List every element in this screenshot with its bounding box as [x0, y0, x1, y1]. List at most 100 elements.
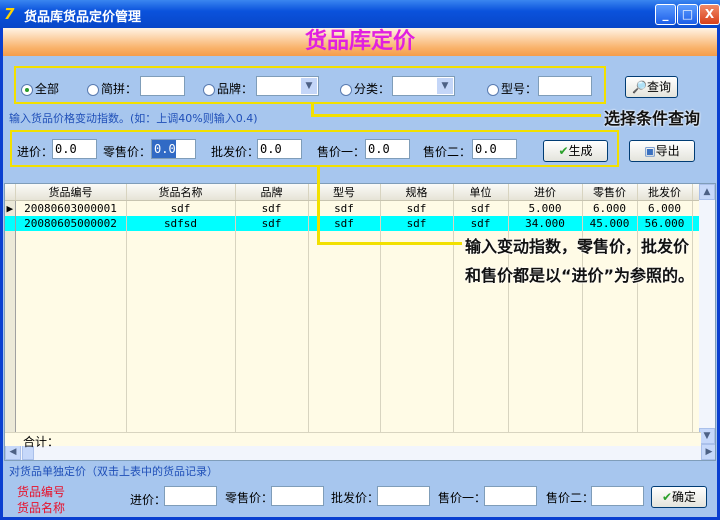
wholesale-input[interactable]: [377, 486, 430, 506]
table-cell: 6.000: [582, 200, 638, 216]
callout-index-line1: 输入变动指数，零售价，批发价: [465, 237, 690, 256]
table-cell: 20080605000002: [15, 215, 127, 231]
horizontal-scrollbar[interactable]: ◀ ▶: [5, 444, 715, 460]
radio-pinyin[interactable]: 简拼：: [87, 80, 137, 97]
table-cell: sdfsd: [126, 215, 236, 231]
price2-label: 售价二：: [546, 491, 595, 505]
col-header[interactable]: 单位: [453, 184, 509, 201]
cost-input[interactable]: [164, 486, 217, 506]
model-input[interactable]: [538, 76, 592, 96]
table-cell: sdf: [380, 215, 454, 231]
empty-row: [5, 395, 700, 411]
retail-label: 零售价：: [225, 491, 274, 505]
callout-index-line2: 和售价都是以“进价”为参照的。: [465, 266, 695, 285]
table-cell: sdf: [453, 215, 509, 231]
table-cell: sdf: [235, 215, 309, 231]
col-header[interactable]: 规格: [380, 184, 454, 201]
table-cell: sdf: [453, 200, 509, 216]
empty-row: [5, 365, 700, 381]
price1-index-label: 售价一：: [317, 145, 366, 159]
single-pricing-title: 对货品单独定价（双击上表中的货品记录）: [9, 465, 218, 478]
category-select[interactable]: ▼: [392, 76, 455, 96]
client-area: 货品库定价 全部 简拼： 品牌： ▼ 分类： ▼ 型号： 🔎查询 选择条件查询 …: [3, 28, 717, 517]
scroll-right-icon[interactable]: ▶: [701, 444, 715, 460]
price2-index-input[interactable]: [472, 139, 517, 159]
callout-line: [317, 167, 320, 244]
col-header[interactable]: 货品名称: [126, 184, 236, 201]
confirm-button[interactable]: ✔确定: [651, 486, 707, 508]
radio-model[interactable]: 型号：: [487, 80, 537, 97]
col-header[interactable]: 批发价: [637, 184, 693, 201]
export-button[interactable]: ▣导出: [629, 140, 695, 162]
table-cell: sdf: [235, 200, 309, 216]
cost-index-label: 进价：: [17, 145, 54, 159]
table-row[interactable]: ▶ 20080603000001 sdf sdf sdf sdf sdf 5.000 6.000…: [5, 200, 700, 216]
callout-line: [317, 242, 462, 245]
total-row: 合计：: [5, 432, 701, 449]
total-label: 合计：: [23, 435, 60, 449]
row-indicator: ▶: [5, 200, 16, 216]
window-title: 货品库货品定价管理: [24, 10, 142, 25]
table-header: 货品编号 货品名称 品牌 型号 规格 单位 进价 零售价 批发价: [5, 184, 700, 201]
table-cell: sdf: [380, 200, 454, 216]
title-bar: 7 货品库货品定价管理 _ □ X: [0, 0, 720, 28]
minimize-button[interactable]: _: [655, 4, 676, 25]
table-row[interactable]: 20080605000002 sdfsd sdf sdf sdf sdf 34.000 45.…: [5, 215, 700, 231]
scroll-down-icon[interactable]: ▼: [699, 428, 715, 444]
price2-index-label: 售价二：: [423, 145, 472, 159]
empty-row: [5, 380, 700, 396]
app-logo-icon: 7: [4, 5, 15, 23]
table-cell: 6.000: [637, 200, 693, 216]
goods-table[interactable]: 货品编号 货品名称 品牌 型号 规格 单位 进价 零售价 批发价 ▶ 200806…: [4, 183, 716, 461]
chevron-down-icon: ▼: [301, 78, 317, 94]
empty-row: [5, 335, 700, 351]
radio-category[interactable]: 分类：: [340, 80, 390, 97]
index-group: [10, 130, 619, 167]
table-cell: 34.000: [508, 215, 583, 231]
export-icon: ▣: [644, 144, 656, 158]
maximize-button[interactable]: □: [677, 4, 698, 25]
check-icon: ✔: [558, 144, 569, 158]
query-button[interactable]: 🔎查询: [625, 76, 678, 98]
retail-input[interactable]: [271, 486, 324, 506]
vertical-scrollbar[interactable]: ▲ ▼: [699, 184, 715, 444]
price1-index-input[interactable]: [365, 139, 410, 159]
empty-row: [5, 290, 700, 306]
brand-select[interactable]: ▼: [256, 76, 319, 96]
wholesale-index-input[interactable]: [257, 139, 302, 159]
table-cell: 56.000: [637, 215, 693, 231]
cost-index-input[interactable]: [52, 139, 97, 159]
wholesale-label: 批发价：: [331, 491, 380, 505]
table-cell: 5.000: [508, 200, 583, 216]
col-header[interactable]: 品牌: [235, 184, 309, 201]
chevron-down-icon: ▼: [437, 78, 453, 94]
empty-row: [5, 410, 700, 426]
radio-all[interactable]: 全部: [21, 80, 59, 97]
retail-index-input[interactable]: [151, 139, 196, 159]
hint-text: 输入货品价格变动指数。(如：上调40%则输入0.4): [9, 112, 258, 125]
col-header[interactable]: 零售价: [582, 184, 638, 201]
price2-input[interactable]: [591, 486, 644, 506]
table-cell: 45.000: [582, 215, 638, 231]
price1-input[interactable]: [484, 486, 537, 506]
col-header[interactable]: 货品编号: [15, 184, 127, 201]
radio-brand[interactable]: 品牌：: [203, 80, 253, 97]
callout-query: 选择条件查询: [604, 109, 701, 128]
empty-row: [5, 305, 700, 321]
banner-title: 货品库定价: [3, 28, 717, 56]
table-cell: sdf: [126, 200, 236, 216]
retail-index-label: 零售价：: [103, 145, 152, 159]
callout-line: [311, 114, 601, 117]
scroll-left-icon[interactable]: ◀: [5, 444, 21, 460]
cost-label: 进价：: [130, 493, 167, 507]
col-header[interactable]: 进价: [508, 184, 583, 201]
generate-button[interactable]: ✔生成: [543, 140, 608, 162]
pinyin-input[interactable]: [140, 76, 185, 96]
close-button[interactable]: X: [699, 4, 720, 25]
scroll-up-icon[interactable]: ▲: [699, 184, 715, 200]
row-indicator: [5, 215, 16, 231]
search-icon: 🔎: [632, 80, 647, 94]
check-icon: ✔: [661, 490, 673, 504]
table-cell: 20080603000001: [15, 200, 127, 216]
wholesale-index-label: 批发价：: [211, 145, 260, 159]
